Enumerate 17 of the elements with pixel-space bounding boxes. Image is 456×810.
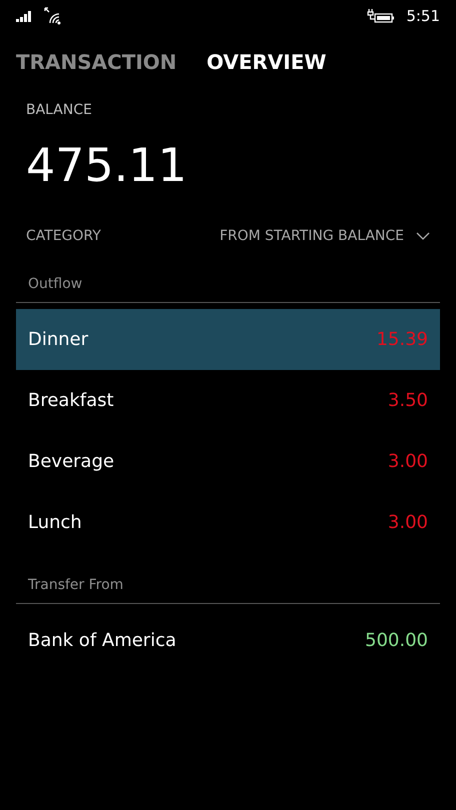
pivot-tab[interactable]: TRANSACTION bbox=[16, 50, 177, 92]
battery-charging-icon bbox=[366, 8, 396, 24]
section-header: Transfer From bbox=[16, 553, 440, 604]
category-label: CATEGORY bbox=[26, 228, 101, 244]
category-row[interactable]: Breakfast 3.50 bbox=[16, 370, 440, 431]
category-row[interactable]: Beverage 3.00 bbox=[16, 431, 440, 492]
chevron-down-icon bbox=[416, 232, 430, 240]
clock-time: 5:51 bbox=[406, 7, 440, 25]
category-row[interactable]: Dinner 15.39 bbox=[16, 309, 440, 370]
balance-amount: 475.11 bbox=[25, 137, 188, 194]
section-header: Outflow bbox=[16, 252, 440, 303]
category-row[interactable]: Bank of America 500.00 bbox=[16, 610, 440, 671]
balance-dropdown[interactable]: FROM STARTING BALANCE bbox=[220, 228, 430, 244]
signal-icon bbox=[16, 10, 34, 22]
pivot-tab[interactable]: OVERVIEW bbox=[206, 50, 326, 92]
balance-label: BALANCE bbox=[25, 101, 93, 120]
category-row[interactable]: Lunch 3.00 bbox=[16, 492, 440, 553]
